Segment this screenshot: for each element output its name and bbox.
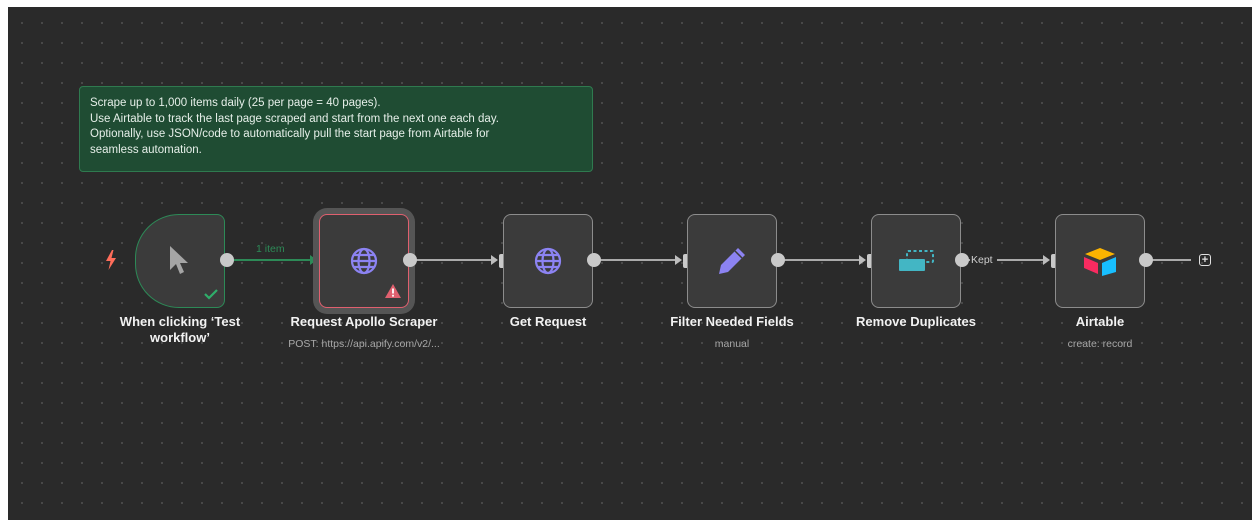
cursor-icon: [167, 245, 193, 277]
output-handle[interactable]: [1139, 253, 1153, 267]
node-manual-trigger[interactable]: [135, 214, 225, 308]
node-title: When clicking ‘Test workflow’: [90, 314, 270, 346]
node-remove-duplicates[interactable]: [871, 214, 961, 308]
add-node-button[interactable]: +: [1199, 254, 1211, 266]
success-check-icon: [204, 287, 218, 305]
output-handle[interactable]: [403, 253, 417, 267]
plus-icon: +: [1201, 254, 1209, 266]
edge-label: 1 item: [256, 243, 285, 255]
output-handle[interactable]: [771, 253, 785, 267]
node-subtitle: create: record: [1067, 338, 1133, 350]
node-title: Request Apollo Scraper: [290, 314, 438, 329]
output-handle[interactable]: [587, 253, 601, 267]
remove-duplicates-icon: [897, 249, 935, 273]
pencil-icon: [717, 246, 747, 276]
node-airtable[interactable]: [1055, 214, 1145, 308]
connection-edge[interactable]: [410, 255, 498, 265]
workflow-canvas[interactable]: Scrape up to 1,000 items daily (25 per p…: [8, 7, 1252, 520]
node-title-line: workflow’: [150, 330, 210, 345]
node-filter-needed-fields[interactable]: [687, 214, 777, 308]
lightning-bolt-icon: [106, 250, 116, 270]
node-title: Remove Duplicates: [856, 314, 976, 329]
node-subtitle: POST: https://api.apify.com/v2/...: [288, 338, 440, 350]
node-title: Get Request: [509, 314, 587, 329]
connection-edge[interactable]: [778, 255, 866, 265]
node-title: Filter Needed Fields: [670, 314, 794, 329]
node-subtitle: manual: [714, 338, 750, 350]
connection-edge[interactable]: [594, 255, 682, 265]
node-title-line: When clicking ‘Test: [119, 314, 241, 329]
globe-icon: [534, 247, 562, 275]
node-title: Airtable: [1075, 314, 1125, 329]
edge-label: Kept: [971, 254, 993, 266]
airtable-icon: [1082, 246, 1118, 276]
output-handle[interactable]: [220, 253, 234, 267]
connection-edge[interactable]: [227, 255, 317, 265]
node-request-apollo-scraper[interactable]: [319, 214, 409, 308]
warning-icon: [385, 284, 401, 303]
globe-icon: [350, 247, 378, 275]
node-get-request[interactable]: [503, 214, 593, 308]
output-handle[interactable]: [955, 253, 969, 267]
